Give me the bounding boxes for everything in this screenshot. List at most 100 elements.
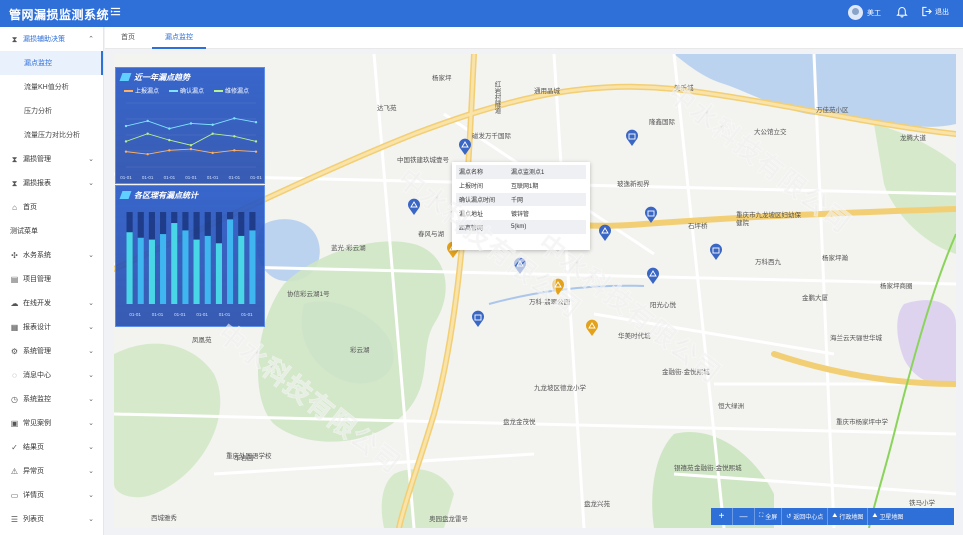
admin-map-button[interactable]: ⛰ 行政地图 (828, 508, 869, 525)
tab-leak-monitor[interactable]: 漏点监控 (152, 27, 206, 49)
menu-toggle-icon[interactable] (110, 6, 121, 17)
sidebar-item-leak-report[interactable]: ⧗ 漏损报表 ⌄ (0, 171, 103, 195)
recenter-icon: ↺ (786, 514, 792, 520)
data-point (233, 135, 236, 138)
map-view[interactable]: 杨家坪 通用晶城 红岩村隧道 中国铁建玖城壹号 磁发万千国际 达飞苑 隆鑫国际 … (114, 54, 956, 528)
leak-pin-blue[interactable] (458, 138, 472, 156)
sidebar-item-label: 常见案例 (23, 420, 51, 427)
sidebar-item-home[interactable]: ⌂ 首页 (0, 195, 103, 219)
case-icon: ▣ (10, 418, 19, 428)
warning-icon: ⚠ (10, 466, 19, 476)
map-label: 杨家坪 (432, 75, 452, 82)
satellite-map-button[interactable]: ⛰ 卫星地图 (868, 508, 907, 525)
sidebar-item-label: 水务系统 (23, 252, 51, 259)
sidebar-item-label: 详情页 (23, 492, 44, 499)
x-tick-label: 01-01 (250, 175, 262, 180)
cloud-icon: ☁ (10, 298, 19, 308)
sidebar-item-error-page[interactable]: ⚠ 异常页 ⌄ (0, 459, 103, 483)
x-tick-label: 01-01 (207, 175, 219, 180)
leak-pin-blue[interactable] (598, 224, 612, 242)
map-label: 奥园盘龙雷号 (429, 516, 468, 523)
sidebar-item-label: 测试菜单 (10, 228, 38, 235)
sidebar-item-test-menu[interactable]: 测试菜单 (0, 219, 103, 243)
bar (227, 219, 234, 304)
x-tick-label: 01-01 (120, 175, 132, 180)
sidebar-item-flow-kh[interactable]: 流量KH值分析 (0, 75, 103, 99)
chevron-down-icon: ⌄ (88, 324, 94, 331)
sidebar-item-system-monitor[interactable]: ◷ 系统监控 ⌄ (0, 387, 103, 411)
legend-label: 上报漏点 (135, 89, 160, 95)
field-label: 上报时间 (459, 184, 484, 191)
map-label: 协信彩云湖1号 (287, 291, 330, 298)
fullscreen-label: 全屏 (765, 515, 778, 521)
data-point (233, 149, 236, 152)
x-tick-label: 01-01 (142, 175, 154, 180)
chevron-down-icon: ⌄ (88, 372, 94, 379)
sidebar-item-label: 流量压力对比分析 (24, 132, 80, 139)
hourglass-icon: ⧗ (11, 178, 18, 188)
table-row: 上报时间 互联网1期 (456, 179, 586, 193)
building-pin-blue[interactable] (625, 129, 639, 147)
user-menu[interactable]: 美工 (848, 5, 881, 20)
zoom-in-button[interactable]: + (711, 508, 733, 525)
legend-label: 确认漏点 (180, 89, 205, 95)
sidebar-item-system-manage[interactable]: ⚙ 系统管理 ⌄ (0, 339, 103, 363)
sidebar-item-report-design[interactable]: ▦ 报表设计 ⌄ (0, 315, 103, 339)
map-label: 西城雅秀 (151, 515, 177, 522)
map-label: 盘龙金茂悦 (503, 419, 536, 426)
chevron-up-icon: ⌃ (88, 36, 94, 43)
bar (249, 230, 256, 304)
map-label: 龙腾大道 (900, 135, 926, 142)
bar (160, 234, 167, 304)
bar (182, 230, 189, 304)
data-point (168, 138, 171, 142)
sidebar-item-message[interactable]: ◌ 消息中心 ⌄ (0, 363, 103, 387)
data-point (146, 119, 149, 123)
map-label: 重庆市杨家坪中学 (836, 419, 888, 426)
sidebar-item-leak-manage[interactable]: ⧗ 漏损管理 ⌄ (0, 147, 103, 171)
data-point (211, 151, 214, 155)
bell-icon[interactable] (896, 6, 908, 18)
sidebar-item-project[interactable]: ▤ 项目管理 (0, 267, 103, 291)
app-title: 管网漏损监测系统 (9, 8, 110, 22)
field-value: 互联网1期 (511, 184, 539, 191)
leak-pin-orange[interactable] (585, 319, 599, 337)
series-line (125, 133, 257, 146)
zoom-out-button[interactable]: — (733, 508, 755, 525)
trend-legend: 上报漏点 确认漏点 维修漏点 (116, 86, 264, 95)
sidebar-item-water-system[interactable]: ✣ 水务系统 ⌄ (0, 243, 103, 267)
x-tick-label: 01-01 (164, 175, 176, 180)
bar (215, 243, 222, 304)
sidebar-item-label: 异常页 (23, 468, 44, 475)
building-pin-blue[interactable] (644, 206, 658, 224)
sidebar-item-list-page[interactable]: ☰ 列表页 ⌄ (0, 507, 103, 531)
sidebar-item-cases[interactable]: ▣ 常见案例 ⌄ (0, 411, 103, 435)
data-point (168, 149, 171, 152)
sidebar-item-leak-decision[interactable]: ⧗ 漏损辅助决策 ⌃ (0, 27, 103, 51)
fullscreen-button[interactable]: ⛶ 全屏 (755, 508, 783, 525)
x-tick-label: 01-01 (152, 312, 164, 317)
recenter-button[interactable]: ↺ 返回中心点 (782, 508, 829, 525)
hourglass-icon: ⧗ (11, 154, 18, 164)
building-pin-blue[interactable] (471, 310, 485, 328)
sidebar-item-flow-pressure[interactable]: 流量压力对比分析 (0, 123, 103, 147)
tab-home[interactable]: 首页 (121, 27, 135, 49)
field-value: 漏点监测点1 (511, 170, 545, 177)
sidebar-item-detail-page[interactable]: ▭ 详情页 ⌄ (0, 483, 103, 507)
sidebar-item-label: 漏点监控 (24, 60, 52, 67)
map-icon: ⛰ (832, 513, 838, 519)
field-label: 漏点名称 (459, 170, 484, 177)
sidebar-item-pressure[interactable]: 压力分析 (0, 99, 103, 123)
logout-button[interactable]: 退出 (921, 6, 949, 17)
avatar (848, 5, 863, 20)
data-point (189, 144, 193, 147)
building-pin-blue[interactable] (709, 243, 723, 261)
leak-pin-blue[interactable] (646, 267, 660, 285)
map-label: 红岩村隧道 (493, 81, 500, 114)
sidebar-item-leak-monitor[interactable]: 漏点监控 (0, 51, 103, 75)
trend-chart: 01-01 01-01 01-01 01-01 01-01 01-01 01-01 (120, 102, 262, 180)
sidebar-item-online-dev[interactable]: ☁ 在线开发 ⌄ (0, 291, 103, 315)
sidebar-item-result-page[interactable]: ✓ 结果页 ⌄ (0, 435, 103, 459)
map-label: 金融街·金悦熙城 (694, 465, 742, 472)
legend-swatch (124, 89, 133, 92)
